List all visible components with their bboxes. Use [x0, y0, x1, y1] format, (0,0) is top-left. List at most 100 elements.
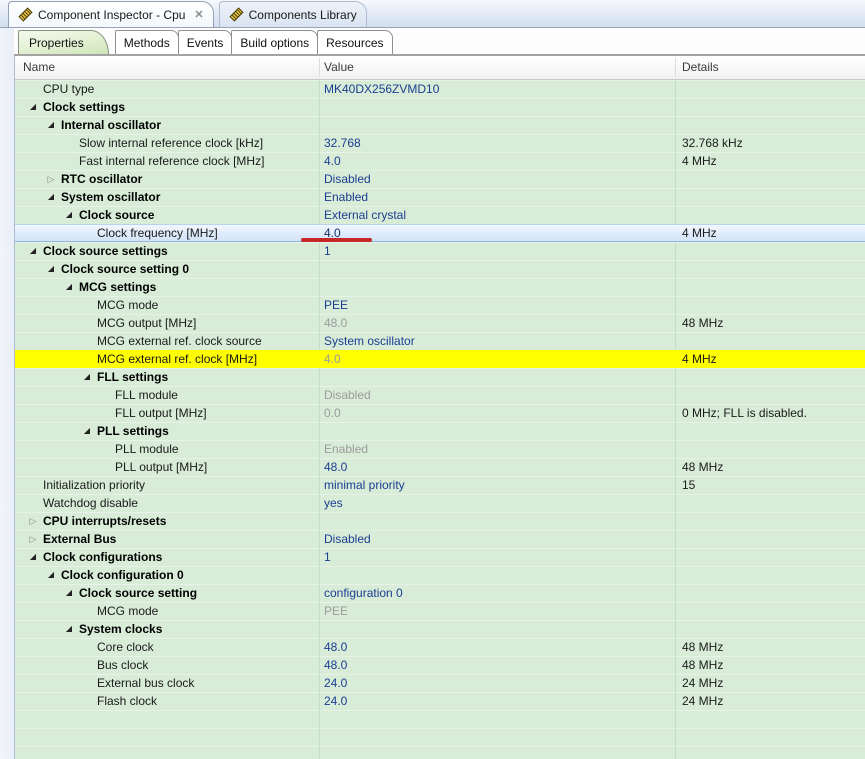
table-row[interactable]: ◢ MCG settings [15, 278, 865, 296]
column-header-value[interactable]: Value [324, 56, 354, 79]
table-row[interactable]: ▷ External Bus Disabled [15, 530, 865, 548]
table-row[interactable]: ◢ Clock source External crystal [15, 206, 865, 224]
row-value[interactable]: MK40DX256ZVMD10 [324, 80, 439, 98]
table-row[interactable]: Watchdog disable yes [15, 494, 865, 512]
row-value[interactable]: 0.0 [324, 404, 341, 422]
table-row[interactable]: ◢ System clocks [15, 620, 865, 638]
table-row[interactable]: ◢ Clock configurations 1 [15, 548, 865, 566]
tree-toggle-icon[interactable]: ▷ [27, 530, 39, 548]
table-row[interactable]: MCG mode PEE [15, 296, 865, 314]
table-row[interactable]: Fast internal reference clock [MHz] 4.0 … [15, 152, 865, 170]
row-value[interactable]: 48.0 [324, 638, 347, 656]
table-row[interactable]: Slow internal reference clock [kHz] 32.7… [15, 134, 865, 152]
row-name: Fast internal reference clock [MHz] [79, 152, 264, 170]
tree-toggle-icon[interactable]: ◢ [27, 242, 39, 260]
row-name: Watchdog disable [43, 494, 138, 512]
table-row[interactable]: ▷ RTC oscillator Disabled [15, 170, 865, 188]
table-row[interactable]: ◢ PLL settings [15, 422, 865, 440]
row-value[interactable]: 48.0 [324, 656, 347, 674]
tab-events[interactable]: Events [178, 30, 233, 54]
table-row[interactable]: ◢ Clock source setting 0 [15, 260, 865, 278]
table-row[interactable]: CPU type MK40DX256ZVMD10 [15, 80, 865, 98]
table-row[interactable]: FLL module Disabled [15, 386, 865, 404]
row-value[interactable]: 48.0 [324, 458, 347, 476]
table-row[interactable]: MCG output [MHz] 48.0 48 MHz [15, 314, 865, 332]
table-row[interactable]: MCG external ref. clock source System os… [15, 332, 865, 350]
row-value[interactable]: yes [324, 494, 343, 512]
row-value[interactable]: Disabled [324, 530, 371, 548]
tab-component-inspector[interactable]: Component Inspector - Cpu ✕ [8, 1, 214, 27]
table-row[interactable]: PLL module Enabled [15, 440, 865, 458]
table-row[interactable]: ◢ System oscillator Enabled [15, 188, 865, 206]
row-details: 4 MHz [682, 224, 717, 242]
column-header-name[interactable]: Name [23, 56, 55, 79]
tree-toggle-icon[interactable]: ◢ [63, 584, 75, 602]
table-row[interactable]: Clock frequency [MHz] 4.0 4 MHz [15, 224, 865, 242]
tree-toggle-icon[interactable]: ◢ [45, 260, 57, 278]
table-row[interactable]: ◢ Clock source settings 1 [15, 242, 865, 260]
table-row[interactable]: ◢ FLL settings [15, 368, 865, 386]
table-row[interactable]: External bus clock 24.0 24 MHz [15, 674, 865, 692]
row-value[interactable]: 1 [324, 548, 331, 566]
table-row[interactable]: MCG mode PEE [15, 602, 865, 620]
tab-label: Component Inspector - Cpu [38, 8, 185, 22]
table-row[interactable]: ◢ Clock source setting configuration 0 [15, 584, 865, 602]
row-value[interactable]: 32.768 [324, 134, 361, 152]
row-value[interactable]: Enabled [324, 188, 368, 206]
tab-properties[interactable]: Properties [18, 30, 109, 54]
table-row[interactable]: Initialization priority minimal priority… [15, 476, 865, 494]
row-value[interactable]: 4.0 [324, 350, 341, 368]
row-value[interactable]: Enabled [324, 440, 368, 458]
table-row[interactable]: Bus clock 48.0 48 MHz [15, 656, 865, 674]
table-row[interactable]: Flash clock 24.0 24 MHz [15, 692, 865, 710]
close-icon[interactable]: ✕ [194, 8, 203, 21]
row-details: 4 MHz [682, 152, 717, 170]
table-row[interactable]: Core clock 48.0 48 MHz [15, 638, 865, 656]
tab-methods[interactable]: Methods [115, 30, 179, 54]
tree-toggle-icon[interactable]: ◢ [27, 548, 39, 566]
row-value[interactable]: configuration 0 [324, 584, 403, 602]
table-row[interactable]: MCG external ref. clock [MHz] 4.0 4 MHz [15, 350, 865, 368]
table-row[interactable]: ▷ CPU interrupts/resets [15, 512, 865, 530]
row-name: Clock source [79, 206, 154, 224]
column-divider[interactable] [675, 58, 676, 77]
column-divider[interactable] [319, 58, 320, 77]
tree-toggle-icon[interactable]: ◢ [45, 188, 57, 206]
tree-toggle-icon[interactable]: ◢ [63, 206, 75, 224]
row-name: Flash clock [97, 692, 157, 710]
row-value[interactable]: 1 [324, 242, 331, 260]
row-details: 48 MHz [682, 638, 723, 656]
row-value[interactable]: PEE [324, 296, 348, 314]
tab-resources[interactable]: Resources [317, 30, 392, 54]
tree-toggle-icon[interactable]: ◢ [27, 98, 39, 116]
row-value[interactable]: PEE [324, 602, 348, 620]
row-value[interactable]: 24.0 [324, 674, 347, 692]
column-header-details[interactable]: Details [682, 56, 719, 79]
row-value[interactable]: 4.0 [324, 152, 341, 170]
table-row[interactable]: FLL output [MHz] 0.0 0 MHz; FLL is disab… [15, 404, 865, 422]
tree-toggle-icon[interactable]: ◢ [63, 620, 75, 638]
table-row[interactable]: ◢ Clock settings [15, 98, 865, 116]
row-value[interactable]: System oscillator [324, 332, 415, 350]
tab-build-options[interactable]: Build options [231, 30, 318, 54]
left-margin-strip [0, 28, 14, 759]
row-value[interactable]: minimal priority [324, 476, 405, 494]
row-value[interactable]: Disabled [324, 386, 371, 404]
tree-toggle-icon[interactable]: ◢ [45, 116, 57, 134]
row-name: External bus clock [97, 674, 194, 692]
tree-toggle-icon[interactable]: ◢ [81, 422, 93, 440]
row-value[interactable]: Disabled [324, 170, 371, 188]
row-value[interactable]: External crystal [324, 206, 406, 224]
row-value[interactable]: 24.0 [324, 692, 347, 710]
tree-toggle-icon[interactable]: ▷ [45, 170, 57, 188]
tree-toggle-icon[interactable]: ◢ [63, 278, 75, 296]
row-name: Clock source setting [79, 584, 197, 602]
tree-toggle-icon[interactable]: ▷ [27, 512, 39, 530]
table-row[interactable]: ◢ Clock configuration 0 [15, 566, 865, 584]
table-row[interactable]: ◢ Internal oscillator [15, 116, 865, 134]
tab-components-library[interactable]: Components Library [219, 1, 367, 27]
tree-toggle-icon[interactable]: ◢ [81, 368, 93, 386]
table-row[interactable]: PLL output [MHz] 48.0 48 MHz [15, 458, 865, 476]
row-value[interactable]: 48.0 [324, 314, 347, 332]
tree-toggle-icon[interactable]: ◢ [45, 566, 57, 584]
